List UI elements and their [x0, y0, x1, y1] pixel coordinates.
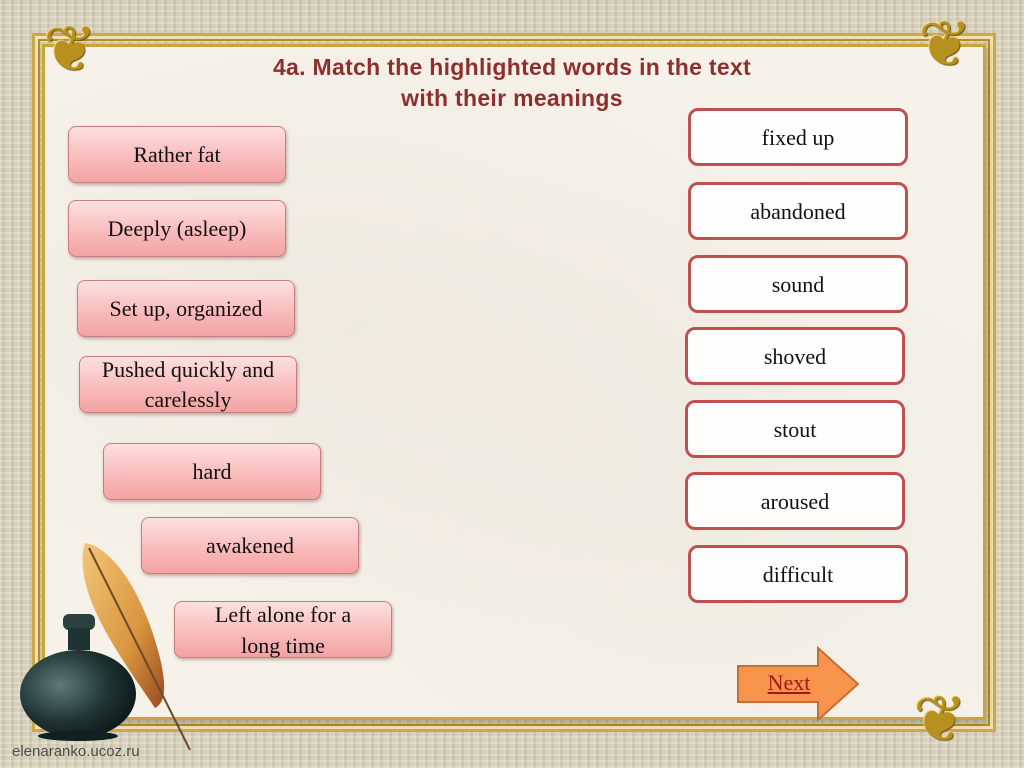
word-card[interactable]: difficult: [688, 545, 908, 603]
word-label: aroused: [760, 489, 830, 514]
inkwell-icon: [20, 614, 136, 741]
word-card[interactable]: shoved: [685, 327, 905, 385]
meaning-card[interactable]: Rather fat: [68, 126, 286, 183]
word-card[interactable]: sound: [688, 255, 908, 313]
ornament-icon: ❦: [918, 8, 972, 82]
word-label: difficult: [762, 562, 834, 587]
word-card[interactable]: abandoned: [688, 182, 908, 240]
meaning-card[interactable]: hard: [103, 443, 321, 500]
word-label: stout: [773, 417, 817, 442]
title-line-1: 4a. Match the highlighted words in the t…: [272, 54, 752, 80]
word-label: shoved: [763, 344, 827, 369]
meaning-label: Left alone for a long time: [214, 601, 352, 658]
word-label: fixed up: [761, 125, 835, 150]
next-label: Next: [767, 670, 811, 695]
word-card[interactable]: fixed up: [688, 108, 908, 166]
ornament-icon: ❦: [43, 13, 97, 87]
word-card[interactable]: stout: [685, 400, 905, 458]
meaning-card[interactable]: Deeply (asleep): [68, 200, 286, 257]
meaning-card[interactable]: Set up, organized: [77, 280, 295, 337]
word-label: sound: [771, 272, 825, 297]
word-card[interactable]: aroused: [685, 472, 905, 530]
meaning-label: awakened: [206, 532, 294, 558]
site-watermark: elenaranko.ucoz.ru: [12, 743, 140, 760]
ornament-icon: ❦: [913, 683, 967, 757]
meaning-label: Pushed quickly and carelessly: [101, 356, 275, 412]
meaning-label: Deeply (asleep): [107, 215, 247, 241]
meaning-label: Set up, organized: [109, 295, 263, 321]
next-button[interactable]: Next: [736, 646, 860, 722]
meaning-label: hard: [192, 458, 232, 484]
meaning-card[interactable]: Pushed quickly and carelessly: [79, 356, 297, 413]
page-title: 4a. Match the highlighted words in the t…: [200, 52, 824, 114]
word-label: abandoned: [750, 199, 846, 224]
meaning-card[interactable]: Left alone for a long time: [174, 601, 392, 658]
meaning-label: Rather fat: [133, 141, 221, 167]
